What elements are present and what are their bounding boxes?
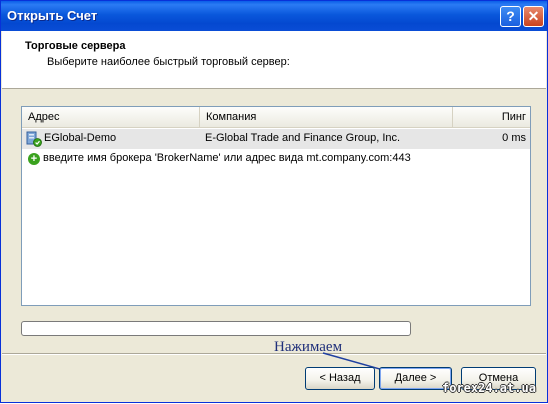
plus-circle-icon: + <box>28 153 40 165</box>
progress-bar <box>21 321 411 336</box>
watermark: forex24.at.ua <box>442 381 536 395</box>
window-title: Открыть Счет <box>7 8 98 23</box>
page-title: Торговые сервера <box>25 40 126 52</box>
server-list[interactable]: Адрес Компания Пинг EGlobal-Demo E-Globa… <box>21 106 531 306</box>
close-button[interactable]: ✕ <box>523 6 544 27</box>
column-header: Адрес Компания Пинг <box>22 107 530 128</box>
help-button[interactable]: ? <box>500 6 521 27</box>
server-icon <box>25 131 43 147</box>
annotation-label: Нажимаем <box>274 339 343 355</box>
server-ping: 0 ms <box>502 132 526 144</box>
open-account-dialog: Открыть Счет ? ✕ Торговые сервера Выбери… <box>0 0 548 403</box>
table-row[interactable]: EGlobal-Demo E-Global Trade and Finance … <box>22 129 530 149</box>
page-subtitle: Выберите наиболее быстрый торговый серве… <box>47 56 290 68</box>
add-server-hint: введите имя брокера 'BrokerName' или адр… <box>43 152 411 164</box>
column-address[interactable]: Адрес <box>22 107 200 128</box>
server-address: EGlobal-Demo <box>44 132 117 144</box>
back-button[interactable]: < Назад <box>305 367 375 390</box>
column-ping[interactable]: Пинг <box>453 107 530 128</box>
add-server-row[interactable]: + введите имя брокера 'BrokerName' или а… <box>22 149 530 169</box>
title-bar[interactable]: Открыть Счет ? ✕ <box>1 1 547 31</box>
column-company[interactable]: Компания <box>200 107 453 128</box>
server-company: E-Global Trade and Finance Group, Inc. <box>205 132 401 144</box>
header-panel: Торговые сервера Выберите наиболее быстр… <box>2 31 546 89</box>
